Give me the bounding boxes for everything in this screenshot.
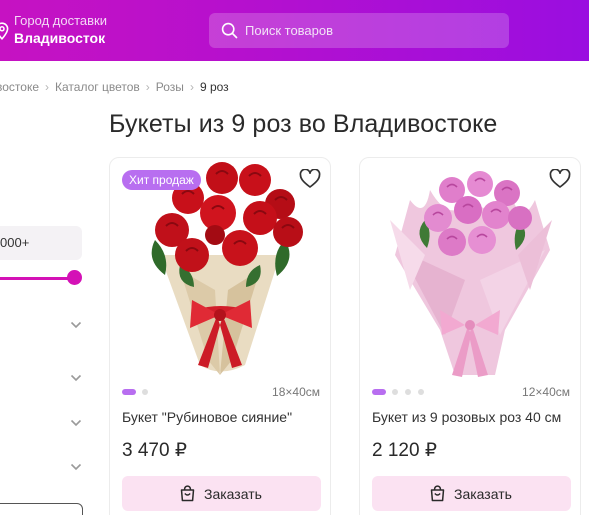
heart-icon[interactable] xyxy=(299,169,321,189)
slider-dot[interactable] xyxy=(392,389,398,395)
delivery-city-selector[interactable]: Город доставки Владивосток xyxy=(0,12,184,52)
hit-badge: Хит продаж xyxy=(122,170,201,190)
order-button-label: Заказать xyxy=(454,486,512,502)
shopping-bag-icon xyxy=(180,485,195,502)
price-filter-value: 000+ xyxy=(0,235,30,250)
order-button[interactable]: Заказать xyxy=(122,476,321,511)
city-name[interactable]: Владивосток xyxy=(14,30,105,46)
search-input[interactable] xyxy=(245,13,500,48)
breadcrumb-item-city[interactable]: востоке xyxy=(0,80,39,94)
red-roses-bouquet-image[interactable] xyxy=(120,160,320,385)
slider-dot[interactable] xyxy=(405,389,411,395)
price-range-handle[interactable] xyxy=(67,270,82,285)
pink-roses-bouquet-image[interactable] xyxy=(370,160,570,385)
city-caption: Город доставки xyxy=(14,13,107,28)
slider-dot[interactable] xyxy=(418,389,424,395)
slider-dot-active[interactable] xyxy=(122,389,136,395)
price-filter-input[interactable]: 000+ xyxy=(0,226,82,260)
search-box[interactable] xyxy=(209,13,509,48)
search-icon xyxy=(221,22,238,39)
breadcrumb-separator-icon: › xyxy=(45,79,50,94)
price-range-track[interactable] xyxy=(0,277,73,280)
breadcrumb-separator-icon: › xyxy=(189,79,194,94)
heart-icon[interactable] xyxy=(549,169,571,189)
product-card[interactable]: Хит продаж 18×40см Букет "Рубиновое сиян… xyxy=(109,157,331,515)
product-price: 3 470 ₽ xyxy=(122,440,187,461)
breadcrumb-item-catalog[interactable]: Каталог цветов xyxy=(55,80,140,94)
chevron-down-icon[interactable] xyxy=(70,463,82,471)
chevron-down-icon[interactable] xyxy=(70,321,82,329)
product-size: 12×40см xyxy=(522,385,570,399)
slider-dot-active[interactable] xyxy=(372,389,386,395)
order-button[interactable]: Заказать xyxy=(372,476,571,511)
chevron-down-icon[interactable] xyxy=(70,419,82,427)
filter-apply-button[interactable] xyxy=(0,503,83,515)
breadcrumb-separator-icon: › xyxy=(145,79,150,94)
product-name[interactable]: Букет из 9 розовых роз 40 см xyxy=(372,409,561,425)
breadcrumb: востоке › Каталог цветов › Розы › 9 роз xyxy=(0,79,229,95)
location-pin-icon xyxy=(0,22,9,40)
breadcrumb-item-current: 9 роз xyxy=(199,79,229,94)
order-button-label: Заказать xyxy=(204,486,262,502)
slider-dot[interactable] xyxy=(142,389,148,395)
chevron-down-icon[interactable] xyxy=(70,374,82,382)
product-name[interactable]: Букет "Рубиновое сияние" xyxy=(122,409,292,425)
breadcrumb-item-roses[interactable]: Розы xyxy=(156,80,184,94)
site-header: Город доставки Владивосток xyxy=(0,0,589,61)
product-price: 2 120 ₽ xyxy=(372,440,437,461)
shopping-bag-icon xyxy=(430,485,445,502)
product-card[interactable]: 12×40см Букет из 9 розовых роз 40 см 2 1… xyxy=(359,157,581,515)
page-title: Букеты из 9 роз во Владивостоке xyxy=(109,110,498,138)
product-size: 18×40см xyxy=(272,385,320,399)
